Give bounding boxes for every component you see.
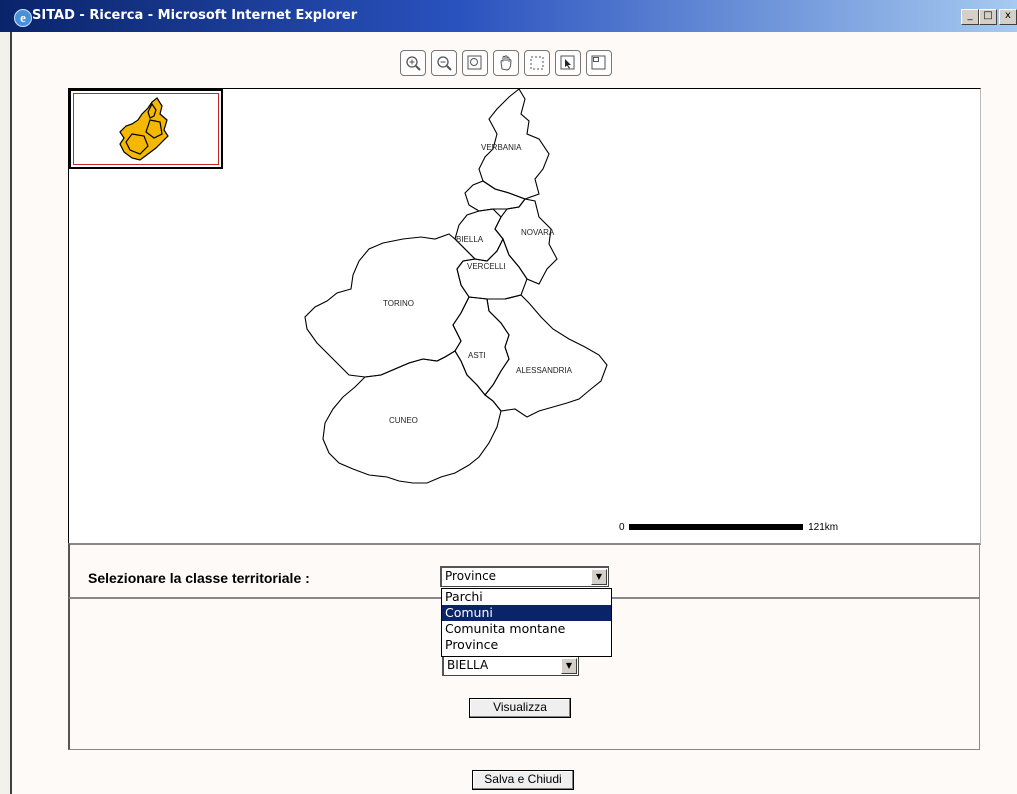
dropdown-option-province[interactable]: Province	[442, 637, 611, 653]
full-extent-button[interactable]	[462, 50, 488, 76]
dropdown-option-parchi[interactable]: Parchi	[442, 589, 611, 605]
scale-bar-line	[629, 524, 804, 531]
ie-icon: e	[14, 9, 32, 27]
map-label-torino: TORINO	[383, 299, 414, 308]
map-view[interactable]: VERBANIA BIELLA NOVARA VERCELLI TORINO A…	[68, 88, 981, 545]
pan-hand-icon	[500, 55, 512, 71]
item-select-value: BIELLA	[447, 658, 489, 672]
class-select-dropdown[interactable]: Parchi Comuni Comunita montane Province	[441, 588, 612, 657]
chevron-down-icon[interactable]: ▼	[561, 658, 577, 674]
identify-button[interactable]	[555, 50, 581, 76]
window-title: SITAD - Ricerca - Microsoft Internet Exp…	[32, 8, 358, 23]
zoom-in-button[interactable]	[400, 50, 426, 76]
map-toolbar	[400, 50, 612, 76]
province-vercelli-north	[464, 180, 526, 212]
minimize-button[interactable]: _	[961, 9, 979, 25]
map-label-biella: BIELLA	[456, 235, 484, 244]
class-select[interactable]: Province ▼	[440, 566, 609, 587]
map-label-asti: ASTI	[468, 351, 486, 360]
overview-icon	[591, 55, 606, 70]
zoom-out-button[interactable]	[431, 50, 457, 76]
salva-chiudi-button[interactable]: Salva e Chiudi	[472, 770, 574, 790]
dropdown-option-comuni[interactable]: Comuni	[442, 605, 611, 621]
province-asti	[452, 296, 510, 396]
full-extent-icon	[467, 55, 482, 70]
map-label-vercelli: VERCELLI	[467, 262, 506, 271]
overview-region-shape	[119, 97, 169, 161]
map-label-novara: NOVARA	[521, 228, 555, 237]
chevron-down-icon[interactable]: ▼	[591, 569, 607, 585]
maximize-button[interactable]: □	[979, 9, 997, 25]
pan-button[interactable]	[493, 50, 519, 76]
zoom-in-icon	[406, 56, 421, 71]
overview-button[interactable]	[586, 50, 612, 76]
window-client: VERBANIA BIELLA NOVARA VERCELLI TORINO A…	[10, 32, 1017, 794]
overview-map[interactable]	[69, 89, 223, 169]
visualizza-button[interactable]: Visualizza	[469, 698, 571, 718]
class-selector-label: Selezionare la classe territoriale :	[88, 570, 310, 586]
class-select-value: Province	[445, 569, 497, 583]
select-rectangle-button[interactable]	[524, 50, 550, 76]
zoom-out-icon	[437, 56, 452, 71]
province-alessandria	[484, 294, 608, 418]
select-rectangle-icon	[530, 56, 544, 70]
scale-bar: 0 121km	[619, 522, 838, 533]
scale-end-label: 121km	[808, 522, 839, 533]
identify-icon	[560, 55, 575, 70]
dropdown-option-comunita-montane[interactable]: Comunita montane	[442, 621, 611, 637]
window-titlebar: e SITAD - Ricerca - Microsoft Internet E…	[0, 0, 1017, 32]
item-select[interactable]: BIELLA ▼	[442, 655, 579, 676]
scale-start-label: 0	[619, 522, 625, 533]
overview-extent	[73, 93, 219, 165]
close-button[interactable]: x	[999, 9, 1017, 25]
window-controls: _ □ x	[961, 9, 1017, 25]
map-label-alessandria: ALESSANDRIA	[516, 366, 573, 375]
map-label-verbania: VERBANIA	[481, 143, 522, 152]
map-label-cuneo: CUNEO	[389, 416, 418, 425]
